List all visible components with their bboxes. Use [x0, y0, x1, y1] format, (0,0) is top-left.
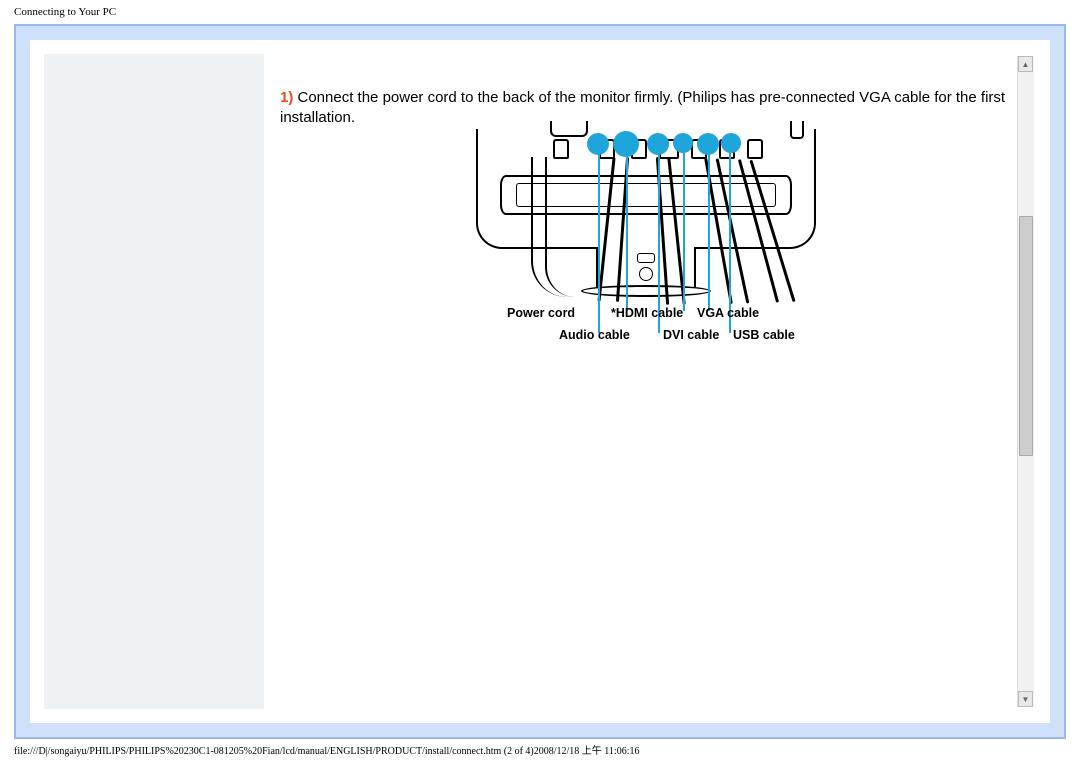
guide-line [598, 153, 600, 333]
callout-circle [697, 133, 719, 155]
power-plug [553, 139, 569, 159]
cable-plug [747, 139, 763, 159]
audio-cable-label: Audio cable [559, 327, 630, 344]
power-cord-label: Power cord [507, 305, 575, 322]
dvi-cable-label: DVI cable [663, 327, 719, 344]
main-content: 1) Connect the power cord to the back of… [264, 54, 1036, 709]
scrollbar-thumb[interactable] [1019, 216, 1033, 456]
scroll-down-button[interactable]: ▼ [1018, 691, 1033, 707]
stand-button [637, 253, 655, 263]
usb-cable-label: USB cable [733, 327, 795, 344]
callout-circle [587, 133, 609, 155]
monitor-connection-diagram: ▭ ◦ [471, 135, 821, 345]
sidebar [44, 54, 264, 709]
file-path-footer: file:///D|/songaiyu/PHILIPS/PHILIPS%2023… [14, 742, 640, 757]
power-cable-line [545, 157, 575, 297]
instruction-paragraph: 1) Connect the power cord to the back of… [280, 88, 1012, 129]
vga-cable-label: VGA cable [697, 305, 759, 322]
callout-circle [721, 133, 741, 153]
document-frame: 1) Connect the power cord to the back of… [14, 24, 1066, 739]
guide-line [708, 153, 710, 311]
scroll-up-button[interactable]: ▲ [1018, 56, 1033, 72]
hdmi-cable-label: *HDMI cable [611, 305, 683, 322]
page-title: Connecting to Your PC [0, 0, 1080, 24]
stand-release [639, 267, 653, 281]
callout-circle [647, 133, 669, 155]
page-border: 1) Connect the power cord to the back of… [16, 26, 1064, 737]
content-area: 1) Connect the power cord to the back of… [44, 54, 1036, 709]
diagram-container: ▭ ◦ [280, 135, 1012, 345]
step-number: 1) [280, 89, 293, 106]
callout-circle [673, 133, 693, 153]
vertical-scrollbar[interactable]: ▲ ▼ [1017, 56, 1034, 707]
guide-line [683, 153, 685, 311]
guide-line [626, 153, 628, 311]
instruction-text: Connect the power cord to the back of th… [280, 89, 1005, 126]
